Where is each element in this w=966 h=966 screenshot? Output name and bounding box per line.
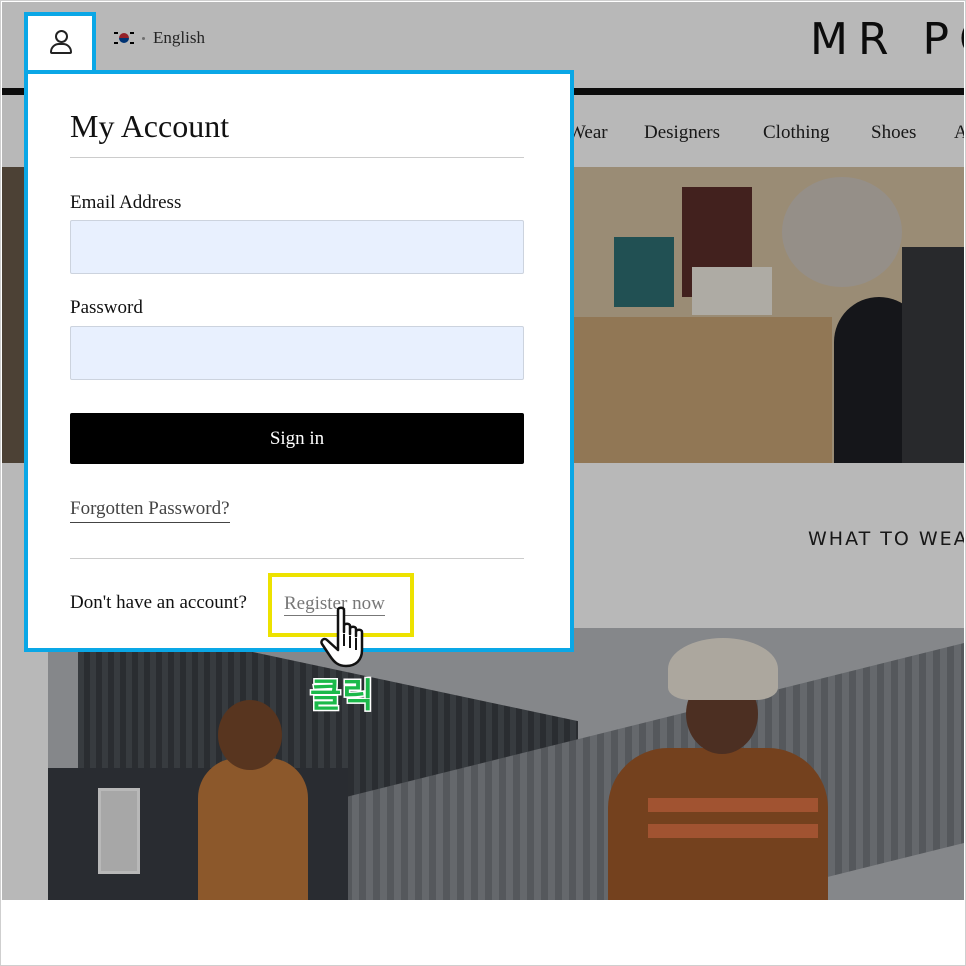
section-divider xyxy=(70,558,524,559)
sign-in-button[interactable]: Sign in xyxy=(70,413,524,464)
email-label: Email Address xyxy=(70,192,182,213)
title-divider xyxy=(70,157,524,158)
panel-title: My Account xyxy=(70,108,230,144)
account-button[interactable] xyxy=(24,12,96,92)
email-field[interactable] xyxy=(70,220,524,274)
no-account-text: Don't have an account? xyxy=(70,592,247,613)
password-field[interactable] xyxy=(70,326,524,380)
user-icon xyxy=(50,30,72,54)
password-label: Password xyxy=(70,297,143,318)
hand-pointer-icon xyxy=(320,606,364,668)
click-annotation-label: 클릭 xyxy=(309,675,376,718)
forgot-password-link[interactable]: Forgotten Password? xyxy=(70,498,230,523)
my-account-panel: My Account Email Address Password Sign i… xyxy=(24,70,574,652)
